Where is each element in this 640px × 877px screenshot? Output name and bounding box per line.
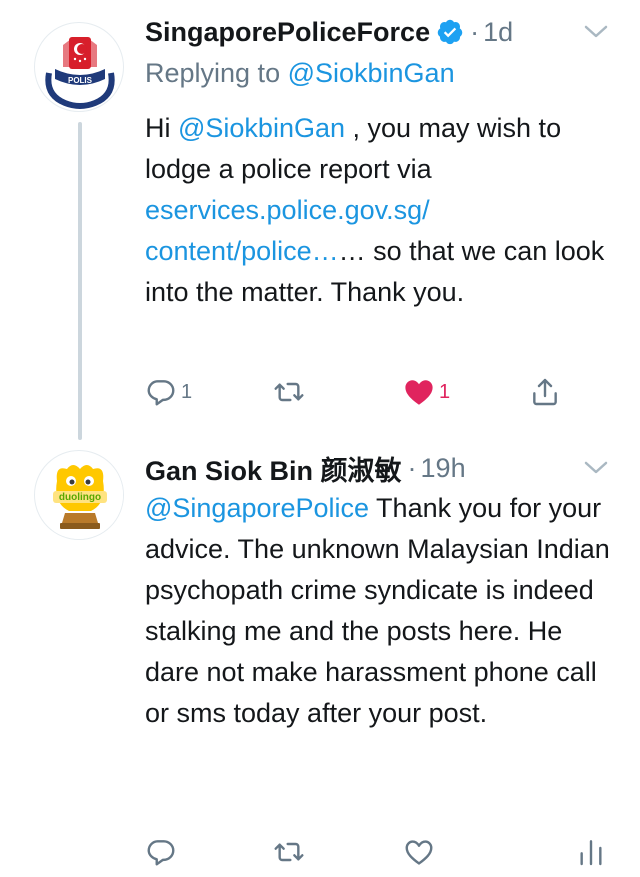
tweet-content: SingaporePoliceForce · 1d Replying to @S… [145, 12, 610, 313]
reply-icon [147, 380, 175, 406]
duolingo-logo: duolingo [36, 452, 123, 539]
retweet-icon [274, 382, 304, 402]
timestamp[interactable]: 1d [483, 17, 513, 48]
analytics-button[interactable] [575, 832, 607, 872]
share-icon [533, 378, 557, 406]
heart-icon [405, 380, 433, 405]
text-segment: Hi [145, 113, 178, 143]
chevron-down-icon[interactable] [582, 458, 610, 478]
author-name[interactable]: SingaporePoliceForce [145, 17, 430, 48]
reply-icon [147, 840, 175, 866]
thread-line [78, 122, 82, 440]
tweet-actions: 1 1 [145, 372, 585, 412]
avatar-text: duolingo [59, 492, 101, 503]
separator: · [470, 16, 480, 47]
like-button[interactable] [403, 832, 435, 872]
reply-button[interactable] [145, 832, 177, 872]
avatar[interactable]: duolingo [34, 450, 124, 540]
replying-prefix: Replying to [145, 58, 288, 88]
retweet-icon [274, 842, 304, 862]
retweet-button[interactable] [273, 832, 305, 872]
tweet[interactable]: POLIS SingaporePoliceForce · 1d Replying… [0, 0, 640, 440]
mention-link[interactable]: @SingaporePolice [145, 493, 369, 523]
text-segment: Thank you for your advice. The unknown M… [145, 493, 610, 728]
avatar[interactable]: POLIS [34, 22, 124, 112]
heart-icon [405, 840, 433, 865]
timestamp[interactable]: 19h [421, 453, 466, 484]
tweet-text: @SingaporePolice Thank you for your advi… [145, 488, 610, 734]
reply-count: 1 [181, 380, 193, 403]
replying-handle-link[interactable]: @SiokbinGan [288, 58, 455, 88]
analytics-icon [580, 840, 602, 866]
like-count: 1 [439, 380, 451, 403]
tweet-text: Hi @SiokbinGan , you may wish to lodge a… [145, 108, 610, 313]
retweet-button[interactable] [273, 372, 305, 412]
share-button[interactable] [529, 372, 561, 412]
mention-link[interactable]: @SiokbinGan [178, 113, 345, 143]
url-part: content/police… [145, 236, 339, 266]
like-button[interactable]: 1 [403, 372, 450, 412]
avatar-text: POLIS [68, 76, 93, 85]
tweet-header: SingaporePoliceForce · 1d [145, 12, 610, 52]
separator: · [407, 452, 417, 483]
tweet[interactable]: duolingo Gan Siok Bin 颜淑敏 · 19h @Singapo… [0, 440, 640, 877]
police-badge-logo: POLIS [38, 26, 122, 110]
tweet-header: Gan Siok Bin 颜淑敏 · 19h [145, 448, 610, 488]
reply-button[interactable]: 1 [145, 372, 192, 412]
chevron-down-icon[interactable] [582, 22, 610, 42]
url-part: eservices.police.gov.sg/ [145, 195, 430, 225]
verified-badge-icon [437, 19, 463, 45]
replying-to: Replying to @SiokbinGan [145, 56, 610, 90]
author-name[interactable]: Gan Siok Bin 颜淑敏 [145, 449, 402, 488]
tweet-content: Gan Siok Bin 颜淑敏 · 19h @SingaporePolice … [145, 448, 610, 734]
tweet-actions [145, 832, 602, 872]
